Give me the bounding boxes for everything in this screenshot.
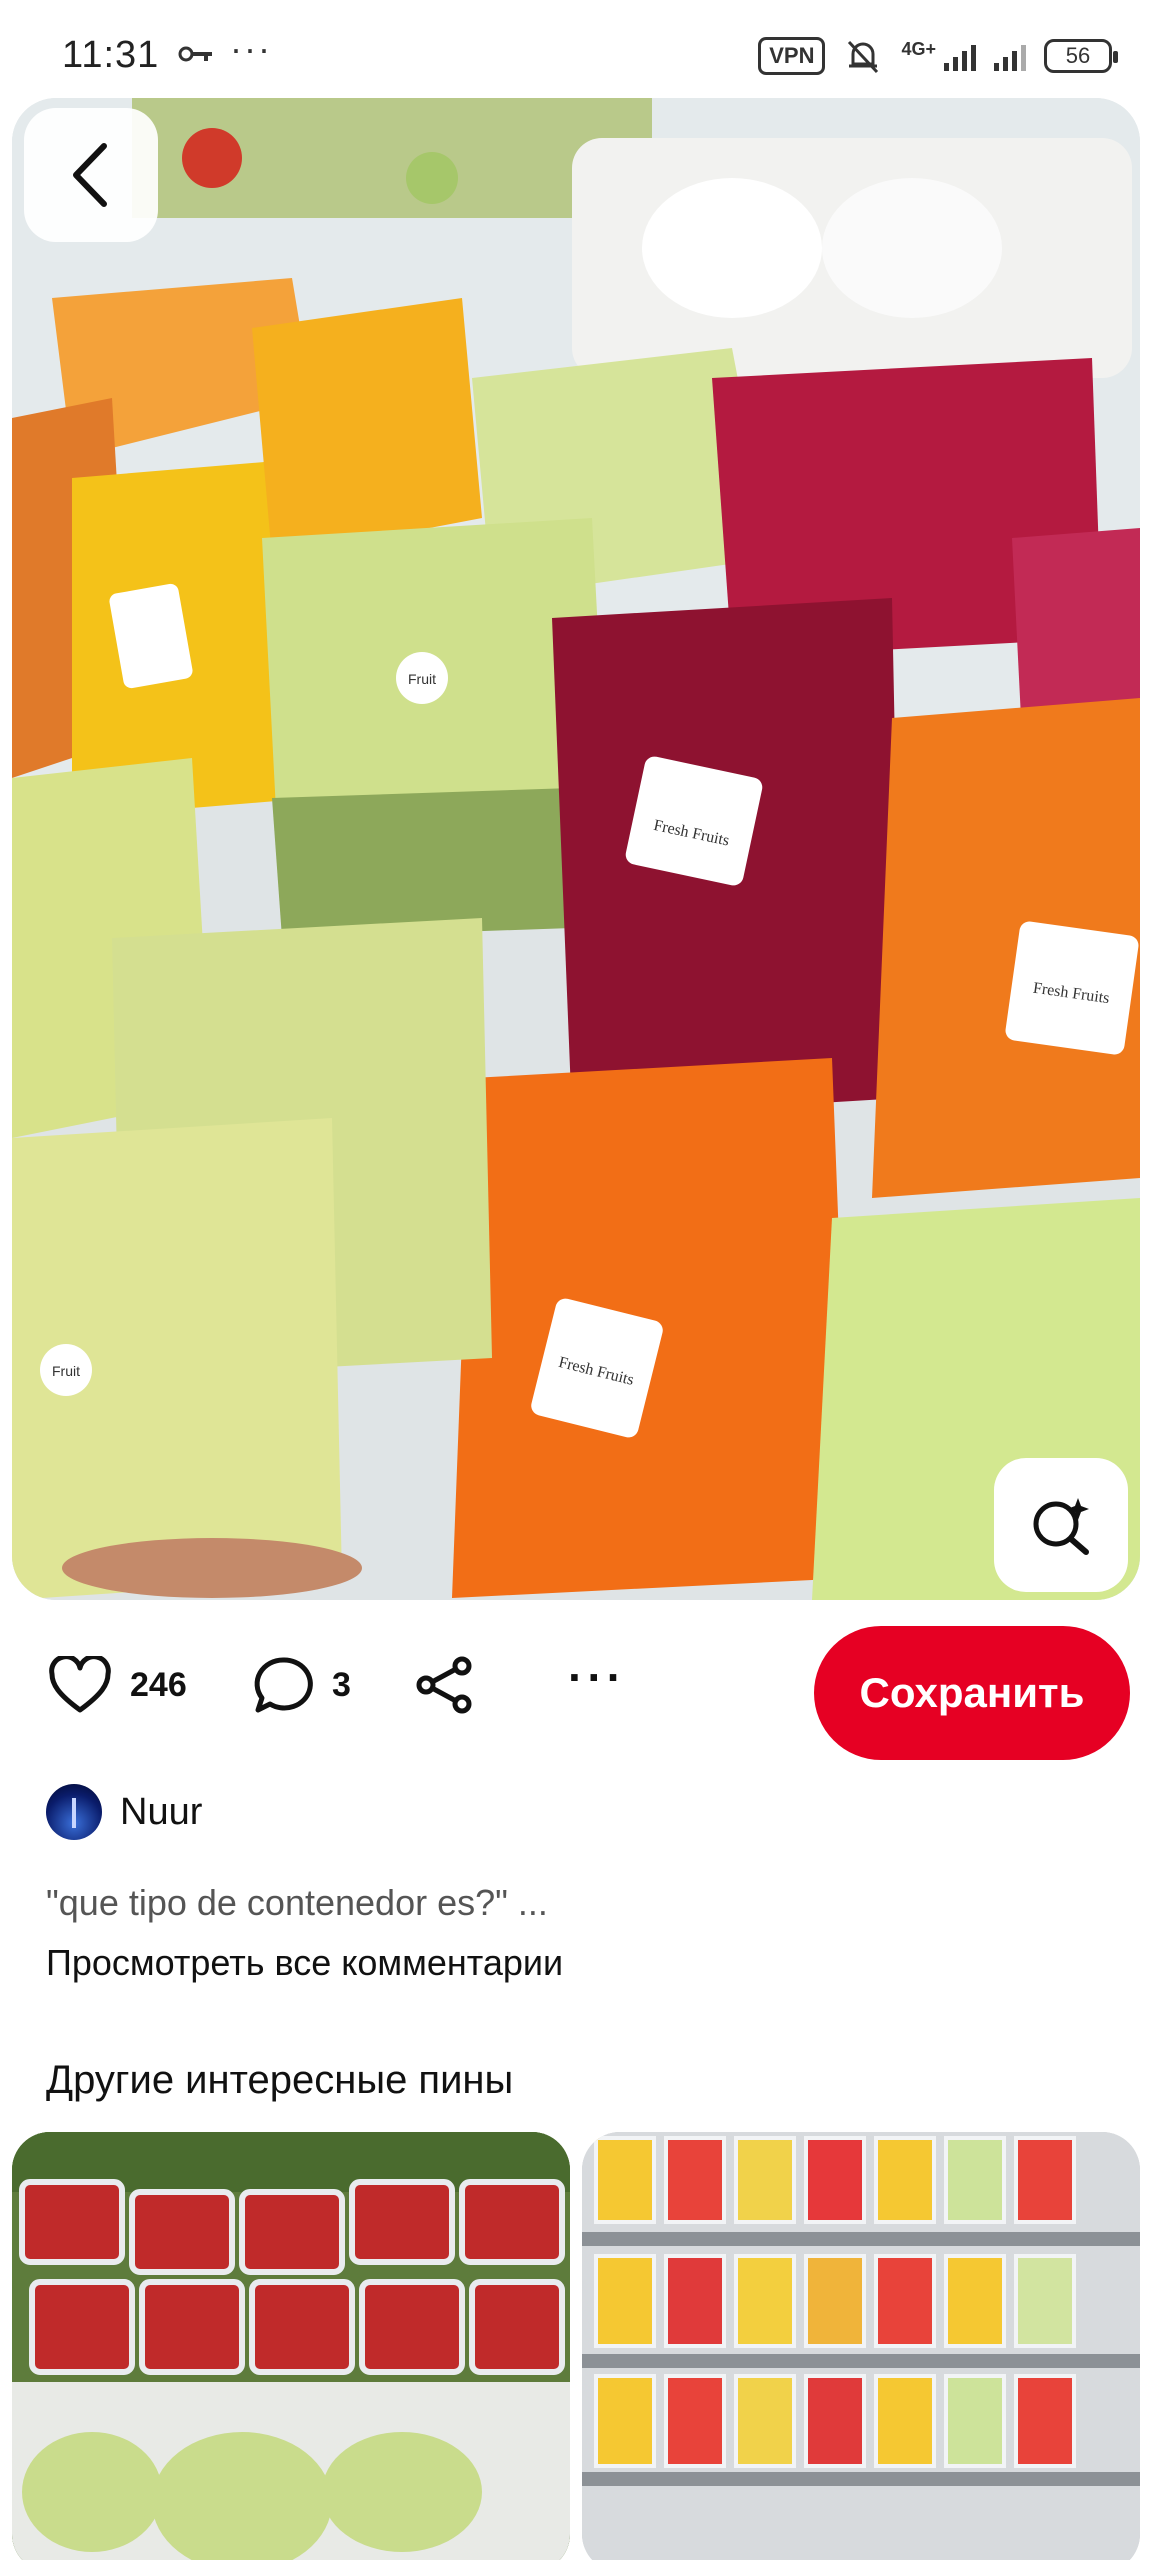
- share-icon: [416, 1656, 472, 1714]
- signal-icon-2: [994, 41, 1026, 71]
- mute-bell-icon: [848, 40, 879, 74]
- comment-preview[interactable]: "que tipo de contenedor es?" ...: [46, 1882, 548, 1924]
- lens-search-icon: [1033, 1498, 1089, 1555]
- pin-image[interactable]: Fresh Fruits Fresh Fruits Fresh Fruits F…: [12, 98, 1140, 1600]
- save-button[interactable]: Сохранить: [814, 1626, 1130, 1760]
- more-options-button[interactable]: ···: [568, 1650, 626, 1704]
- svg-text:Fruit: Fruit: [52, 1363, 80, 1379]
- vpn-badge: VPN: [758, 37, 826, 75]
- svg-text:Fruit: Fruit: [408, 671, 436, 687]
- related-pin-2[interactable]: [582, 2132, 1140, 2560]
- comment-bubble-icon: [254, 1657, 313, 1713]
- status-bar: 11:31 ··· VPN 4G+ 56: [0, 0, 1152, 100]
- avatar[interactable]: [46, 1784, 102, 1840]
- related-pin-1[interactable]: [12, 2132, 570, 2560]
- status-time: 11:31: [62, 34, 160, 76]
- view-all-comments-link[interactable]: Просмотреть все комментарии: [46, 1942, 563, 1984]
- heart-icon: [49, 1656, 111, 1713]
- author-row[interactable]: Nuur: [46, 1784, 202, 1840]
- network-type: 4G+: [901, 38, 936, 59]
- visual-search-button[interactable]: [994, 1458, 1128, 1592]
- author-name[interactable]: Nuur: [120, 1791, 202, 1834]
- chevron-left-icon: [73, 143, 107, 207]
- fruit-cups-shelf-photo: [582, 2132, 1140, 2560]
- comment-count: 3: [332, 1665, 351, 1704]
- comment-action[interactable]: 3: [254, 1656, 351, 1714]
- status-more-dots: ···: [230, 28, 272, 69]
- like-count: 246: [130, 1665, 187, 1704]
- watermelon-packages-photo: [12, 2132, 570, 2560]
- key-icon: [178, 46, 212, 62]
- share-button[interactable]: [414, 1656, 474, 1714]
- like-action[interactable]: 246: [48, 1656, 187, 1714]
- back-button[interactable]: [24, 108, 158, 242]
- related-pins-title: Другие интересные пины: [46, 2058, 514, 2102]
- fruit-packages-photo: Fresh Fruits Fresh Fruits Fresh Fruits F…: [12, 98, 1140, 1600]
- battery-icon: 56: [1044, 39, 1118, 73]
- signal-icon: [944, 41, 976, 71]
